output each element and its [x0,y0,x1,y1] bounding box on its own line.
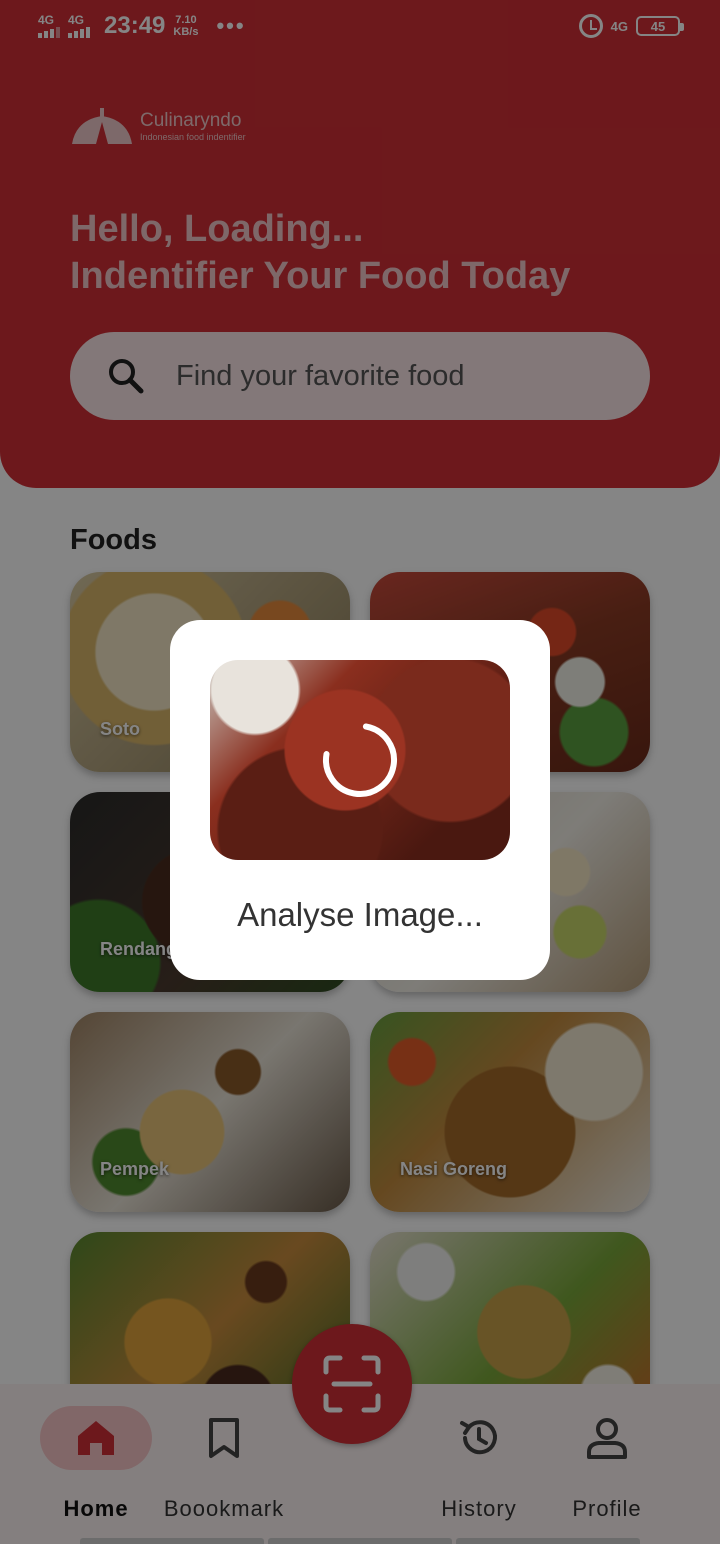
loading-spinner-icon [323,723,397,797]
analyse-message: Analyse Image... [237,896,483,933]
analysed-food-image [210,660,510,860]
analyse-dialog: Analyse Image... [170,620,550,980]
